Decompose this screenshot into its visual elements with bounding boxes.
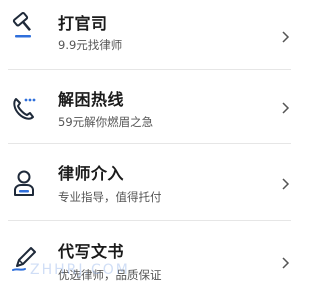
list-item-lawsuit[interactable]: 打官司 9.9元找律师 (0, 0, 299, 73)
service-list: 打官司 9.9元找律师 解困热线 59元解你燃眉之急 律师介入 专业指导，值得托… (0, 0, 299, 293)
item-title: 打官司 (58, 14, 108, 33)
item-subtitle: 专业指导，值得托付 (58, 190, 162, 204)
chevron-right-icon (281, 30, 291, 44)
item-title: 解困热线 (58, 90, 125, 109)
divider (8, 143, 291, 144)
divider (8, 220, 291, 221)
chevron-right-icon (281, 177, 291, 191)
item-subtitle: 9.9元找律师 (58, 38, 123, 52)
lawyer-person-icon (9, 168, 39, 198)
item-title: 律师介入 (58, 164, 125, 183)
item-subtitle: 59元解你燃眉之急 (58, 115, 154, 129)
item-subtitle: 优选律师，品质保证 (58, 268, 162, 282)
divider (8, 69, 291, 70)
list-item-lawyer-intervention[interactable]: 律师介入 专业指导，值得托付 (0, 146, 299, 219)
chevron-right-icon (281, 101, 291, 115)
pen-nib-icon (9, 244, 39, 274)
chevron-right-icon (281, 256, 291, 270)
phone-call-icon (9, 93, 39, 123)
item-title: 代写文书 (58, 242, 125, 261)
gavel-icon (9, 11, 39, 41)
list-item-hotline[interactable]: 解困热线 59元解你燃眉之急 (0, 73, 299, 146)
list-item-document-writing[interactable]: 代写文书 优选律师，品质保证 (0, 222, 299, 293)
